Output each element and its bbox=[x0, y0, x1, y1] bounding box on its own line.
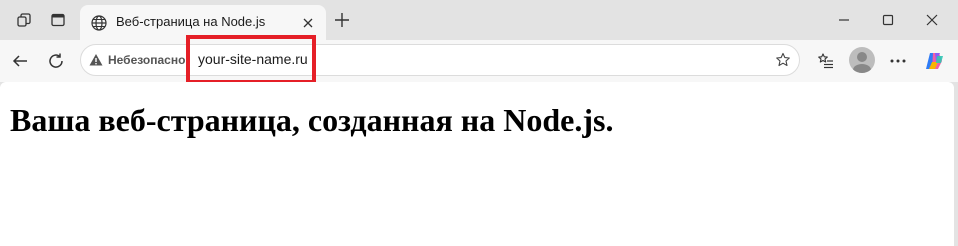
tab-title: Веб-страница на Node.js bbox=[116, 14, 266, 29]
profile-avatar[interactable] bbox=[849, 47, 875, 73]
close-window-icon[interactable] bbox=[910, 6, 954, 34]
vertical-tabs-icon[interactable] bbox=[44, 6, 72, 34]
page-viewport: Ваша веб-страница, созданная на Node.js. bbox=[0, 82, 954, 246]
close-tab-icon[interactable] bbox=[298, 13, 318, 33]
globe-icon bbox=[90, 14, 108, 32]
active-tab[interactable]: Веб-страница на Node.js bbox=[80, 5, 326, 40]
url-text[interactable]: your-site-name.ru bbox=[198, 51, 308, 67]
workspaces-icon[interactable] bbox=[10, 6, 38, 34]
new-tab-button[interactable] bbox=[330, 8, 354, 32]
navigation-toolbar: Небезопасно your-site-name.ru bbox=[0, 40, 958, 82]
minimize-icon[interactable] bbox=[822, 6, 866, 34]
tab-strip: Веб-страница на Node.js bbox=[0, 0, 958, 40]
warning-icon bbox=[89, 54, 103, 66]
security-label: Небезопасно bbox=[108, 53, 186, 67]
security-indicator[interactable]: Небезопасно bbox=[89, 50, 185, 70]
favorite-star-icon[interactable] bbox=[773, 50, 793, 70]
favorites-icon[interactable] bbox=[812, 47, 840, 75]
address-bar[interactable]: Небезопасно your-site-name.ru bbox=[80, 44, 800, 76]
back-arrow-icon[interactable] bbox=[6, 47, 34, 75]
maximize-icon[interactable] bbox=[866, 6, 910, 34]
more-options-icon[interactable] bbox=[884, 47, 912, 75]
refresh-icon[interactable] bbox=[42, 47, 70, 75]
copilot-icon[interactable] bbox=[920, 47, 948, 75]
page-heading: Ваша веб-страница, созданная на Node.js. bbox=[10, 102, 614, 138]
